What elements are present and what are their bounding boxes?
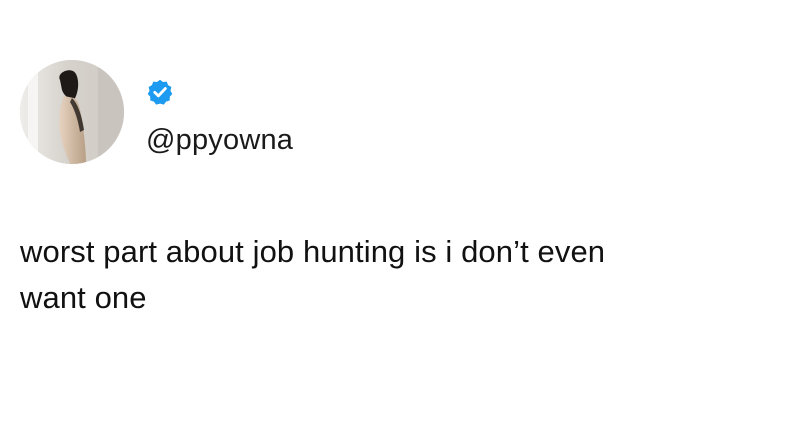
tweet-text-line-1: worst part about job hunting is i don’t … <box>20 234 606 269</box>
username-handle[interactable]: @ppyowna <box>146 123 293 157</box>
tweet-text-line-2: want one <box>20 280 147 315</box>
verified-badge-icon <box>146 78 174 106</box>
tweet-card: @ppyowna worst part about job hunting is… <box>0 0 800 425</box>
tweet-text: worst part about job hunting is i don’t … <box>20 229 780 321</box>
avatar[interactable] <box>20 60 124 164</box>
avatar-photo <box>20 60 124 164</box>
